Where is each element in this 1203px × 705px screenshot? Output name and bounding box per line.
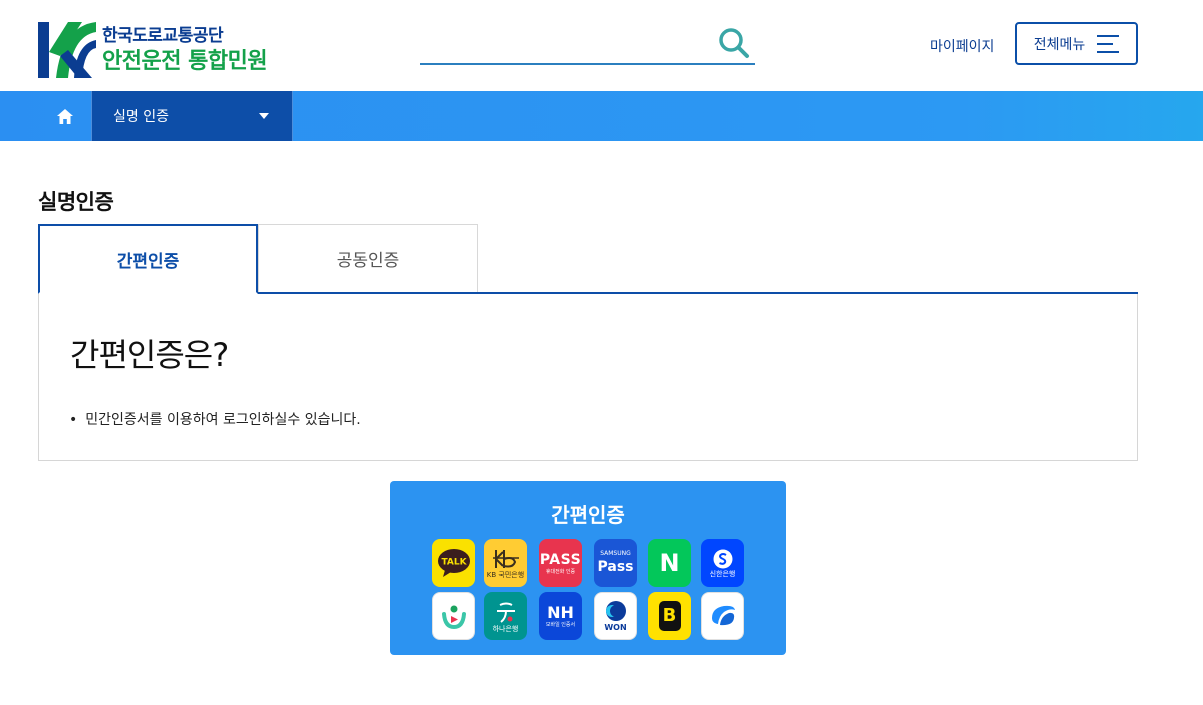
chevron-down-icon [259, 113, 269, 119]
auth-tabs: 간편인증 공동인증 [38, 224, 1138, 294]
toss-icon [711, 605, 735, 626]
kakaotalk-app[interactable]: TALK [432, 539, 475, 587]
org-name: 한국도로교통공단 [102, 25, 224, 46]
naver-icon: N [659, 549, 680, 577]
svg-text:TALK: TALK [441, 558, 467, 568]
home-icon [56, 108, 73, 124]
page-title: 실명인증 [38, 190, 114, 214]
pass-icon: PASS [539, 551, 582, 568]
pass-app[interactable]: PASS 휴대전화 인증 [539, 539, 582, 587]
kakaotalk-icon: TALK [437, 549, 470, 577]
info-bullet: 민간인증서를 이용하여 로그인하실수 있습니다. [69, 409, 360, 429]
toss-cert-icon [441, 605, 466, 630]
hana-bank-app[interactable]: 하나은행 [484, 592, 527, 640]
kb-bank-app[interactable]: KB 국민은행 [484, 539, 527, 587]
tab-joint-cert[interactable]: 공동인증 [258, 224, 478, 292]
banksalad-icon: B [662, 605, 677, 626]
search-icon [719, 28, 749, 58]
easy-auth-button[interactable]: 간편인증 TALK KB 국민은행 PASS 휴대전화 인증 SAMSUNG P… [390, 481, 786, 655]
site-logo[interactable]: 한국도로교통공단 안전운전 통합민원 [38, 22, 268, 78]
current-menu-dropdown[interactable]: 실명 인증 [91, 91, 293, 141]
toss-app[interactable] [701, 592, 744, 640]
samsung-pass-app[interactable]: SAMSUNG Pass [594, 539, 637, 587]
nh-bank-icon: NH [547, 602, 574, 622]
shinhan-bank-icon [713, 549, 732, 568]
naver-app[interactable]: N [648, 539, 691, 587]
site-header: 한국도로교통공단 안전운전 통합민원 마이페이지 전체메뉴 [0, 0, 1203, 91]
location-bar: 실명 인증 [0, 91, 1203, 141]
samsung-pass-icon: Pass [597, 559, 634, 575]
shinhan-bank-app[interactable]: 신한은행 [701, 539, 744, 587]
search-button[interactable] [717, 26, 751, 60]
service-name: 안전운전 통합민원 [102, 48, 268, 74]
all-menu-button[interactable]: 전체메뉴 [1015, 22, 1138, 65]
kb-bank-icon [492, 549, 519, 568]
home-button[interactable] [38, 91, 91, 141]
all-menu-label: 전체메뉴 [1033, 36, 1086, 53]
current-menu-label: 실명 인증 [113, 109, 169, 125]
info-box: 간편인증은? 민간인증서를 이용하여 로그인하실수 있습니다. [38, 294, 1138, 461]
tab-easy-auth[interactable]: 간편인증 [38, 224, 258, 294]
koroad-logo-icon [38, 22, 96, 78]
info-title: 간편인증은? [70, 336, 229, 374]
easy-auth-title: 간편인증 [551, 503, 625, 527]
nh-bank-app[interactable]: NH 모바일 인증서 [539, 592, 582, 640]
banksalad-app[interactable]: B [648, 592, 691, 640]
hana-bank-icon [496, 602, 515, 623]
mypage-link[interactable]: 마이페이지 [930, 36, 994, 56]
hamburger-icon [1097, 34, 1120, 53]
search-input[interactable] [420, 24, 710, 60]
search-box [420, 24, 755, 65]
woori-won-app[interactable]: WON [594, 592, 637, 640]
toss-cert-app[interactable] [432, 592, 475, 640]
woori-won-icon [605, 601, 626, 621]
